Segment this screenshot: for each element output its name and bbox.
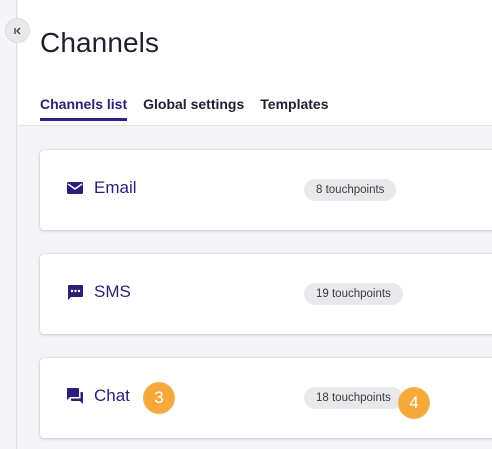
channel-list: Email 8 touchpoints SMS 19 touchpoints C… (18, 127, 492, 449)
tab-channels-list[interactable]: Channels list (40, 96, 128, 121)
app: Channels Channels list Global settings T… (0, 0, 492, 449)
touchpoints-badge: 19 touchpoints (304, 283, 403, 305)
tab-bar: Channels list Global settings Templates (40, 96, 328, 121)
mail-icon (66, 179, 84, 197)
channel-card-chat[interactable]: Chat 18 touchpoints 3 4 (40, 358, 492, 438)
chat-icon (66, 387, 84, 405)
collapse-sidebar-button[interactable] (5, 18, 30, 43)
step-marker-3: 3 (143, 382, 175, 414)
page-header: Channels Channels list Global settings T… (18, 0, 492, 126)
channel-title: SMS (66, 282, 131, 302)
collapse-left-icon (13, 27, 20, 34)
page-title: Channels (40, 27, 160, 58)
channel-name: Email (94, 178, 137, 197)
channel-title: Chat (66, 386, 130, 406)
touchpoints-badge: 18 touchpoints (304, 387, 403, 409)
channel-title: Email (66, 178, 137, 198)
channel-name: Chat (94, 386, 130, 405)
channel-card-email[interactable]: Email 8 touchpoints (40, 150, 492, 230)
sms-icon (66, 283, 84, 301)
channel-name: SMS (94, 282, 131, 301)
step-marker-4: 4 (398, 387, 430, 419)
channel-card-sms[interactable]: SMS 19 touchpoints (40, 254, 492, 334)
tab-global-settings[interactable]: Global settings (143, 96, 244, 121)
side-rail (0, 0, 17, 449)
touchpoints-badge: 8 touchpoints (304, 179, 397, 201)
tab-templates[interactable]: Templates (260, 96, 328, 121)
